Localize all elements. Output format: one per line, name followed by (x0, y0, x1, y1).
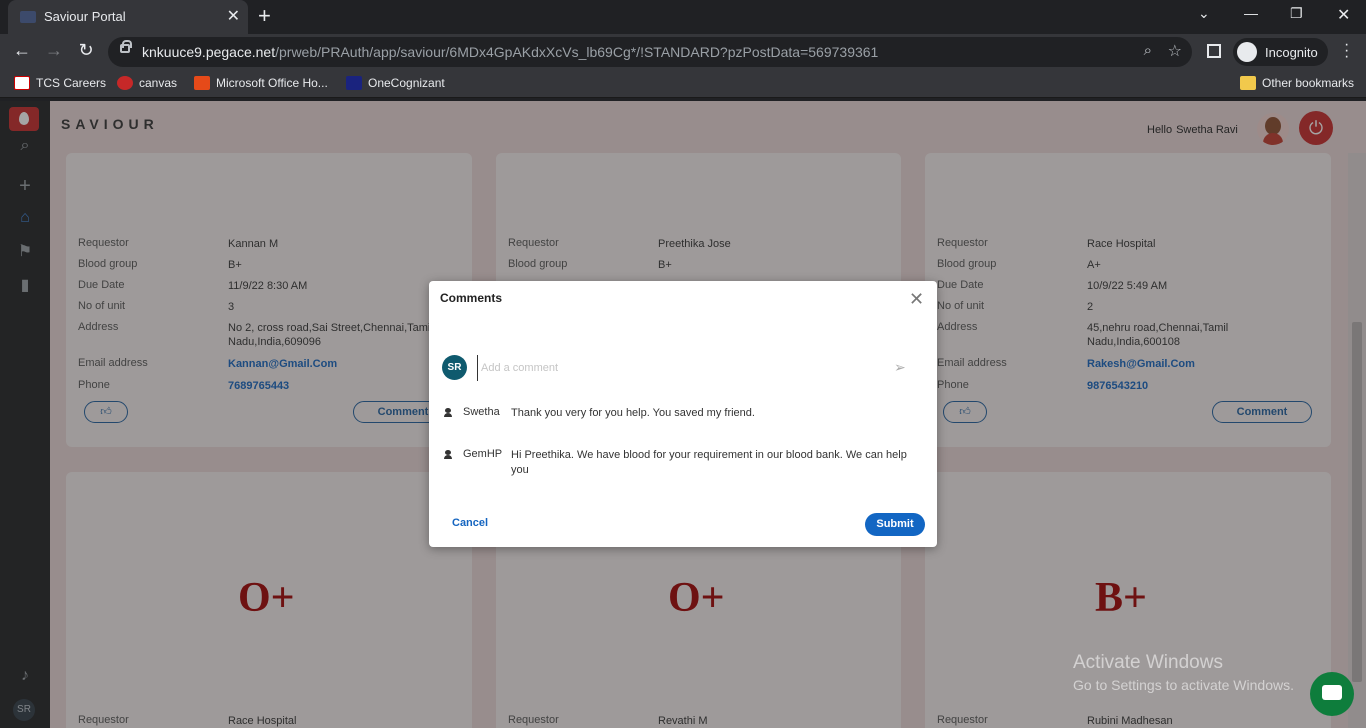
lock-icon[interactable] (120, 40, 132, 53)
modal-title: Comments (440, 291, 503, 305)
comment-input[interactable] (477, 355, 917, 381)
comment-author: GemHP (463, 448, 503, 460)
browser-tab[interactable]: Saviour Portal ✕ (8, 0, 248, 34)
bookmarks-bar: TCS Careers canvas Microsoft Office Ho..… (0, 70, 1366, 98)
site-favicon-icon (20, 11, 36, 23)
browser-menu-icon[interactable]: · · · (1344, 37, 1350, 65)
bookmark-star-icon[interactable]: ☆ (1168, 41, 1182, 61)
comment-text: Thank you very for you help. You saved m… (511, 407, 755, 419)
chat-icon[interactable] (1310, 672, 1354, 716)
comment-author: Swetha (463, 406, 500, 418)
comment-text: Hi Preethika. We have blood for your req… (511, 449, 907, 476)
bookmark-tcs-careers[interactable]: TCS Careers (14, 76, 106, 90)
office-icon (194, 76, 210, 90)
folder-icon (1240, 76, 1256, 90)
reload-icon[interactable]: ↻ (74, 40, 98, 61)
tab-search-chevron-icon[interactable]: ⌄ (1198, 5, 1210, 22)
url-text[interactable]: knkuuce9.pegace.net/prweb/PRAuth/app/sav… (142, 44, 878, 60)
forward-icon[interactable]: → (42, 40, 66, 61)
other-bookmarks[interactable]: Other bookmarks (1240, 76, 1354, 90)
zoom-icon[interactable]: ⌕ (1144, 42, 1152, 59)
bookmark-onecognizant[interactable]: OneCognizant (346, 76, 445, 90)
activate-windows-subtitle: Go to Settings to activate Windows. (1073, 677, 1294, 693)
browser-tab-bar: Saviour Portal ✕ + ⌄ — ❐ ✕ (0, 0, 1366, 34)
restore-icon[interactable]: ❐ (1290, 5, 1303, 22)
address-bar[interactable]: knkuuce9.pegace.net/prweb/PRAuth/app/sav… (108, 37, 1192, 67)
submit-button[interactable]: Submit (865, 513, 925, 536)
commenter-avatar: SR (442, 355, 467, 380)
comments-modal: Comments ✕ SR ➢ Swetha Thank you very fo… (429, 281, 937, 547)
cancel-button[interactable]: Cancel (452, 517, 488, 529)
close-icon[interactable]: ✕ (909, 289, 924, 310)
incognito-label: Incognito (1265, 44, 1318, 60)
incognito-badge[interactable]: Incognito (1233, 38, 1328, 66)
person-icon (443, 408, 453, 418)
minimize-icon[interactable]: — (1244, 5, 1258, 21)
tcs-icon (14, 76, 30, 90)
bookmark-microsoft-office[interactable]: Microsoft Office Ho... (194, 76, 328, 90)
browser-toolbar: ← → ↻ knkuuce9.pegace.net/prweb/PRAuth/a… (0, 34, 1366, 70)
person-icon (443, 450, 453, 460)
tab-title: Saviour Portal (44, 9, 126, 24)
send-icon[interactable]: ➢ (894, 359, 906, 376)
side-panel-icon[interactable] (1207, 44, 1221, 58)
incognito-icon (1237, 42, 1257, 62)
onecognizant-icon (346, 76, 362, 90)
canvas-icon (117, 76, 133, 90)
close-window-icon[interactable]: ✕ (1337, 5, 1350, 25)
new-tab-icon[interactable]: + (258, 3, 271, 29)
back-icon[interactable]: ← (10, 40, 34, 61)
bookmark-canvas[interactable]: canvas (117, 76, 177, 90)
activate-windows-title: Activate Windows (1073, 652, 1223, 673)
close-tab-icon[interactable]: ✕ (227, 6, 240, 26)
